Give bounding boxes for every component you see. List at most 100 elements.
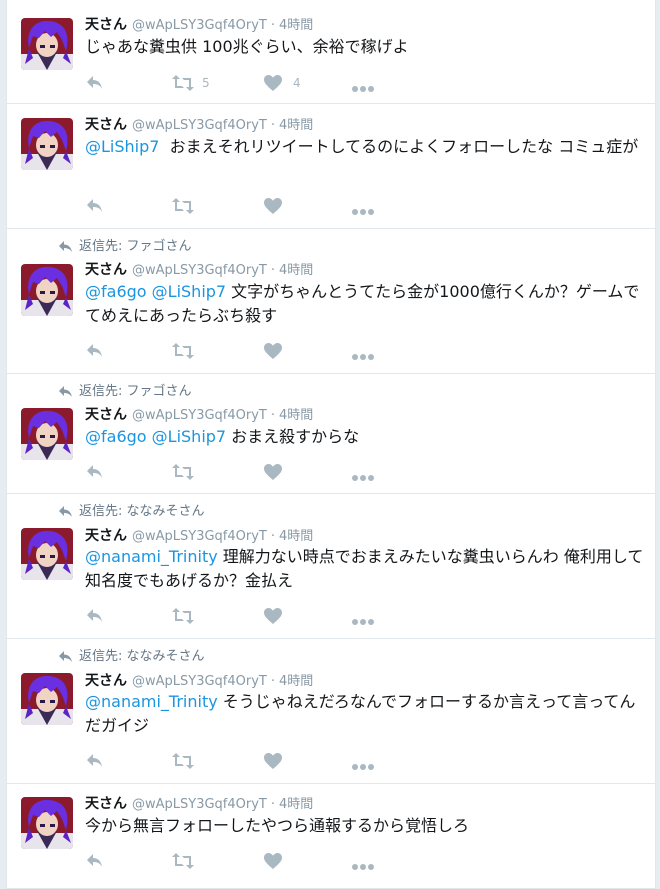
reply-context-icon: [58, 239, 79, 254]
like-button[interactable]: [263, 462, 283, 482]
reply-button[interactable]: [85, 462, 105, 482]
timestamp[interactable]: 4時間: [279, 797, 313, 812]
reply-to-label: 返信先: ななみそさん: [79, 504, 205, 519]
tweet-text-part: おまえ殺すからな: [226, 427, 360, 446]
tweet-card[interactable]: 天さん @wApLSY3Gqf4OryT · 4時間 今から無言フォローしたやつら通報す…: [7, 784, 655, 889]
user-handle[interactable]: @wApLSY3Gqf4OryT: [132, 797, 267, 812]
reply-button[interactable]: [85, 341, 105, 361]
tweet-card[interactable]: 天さん @wApLSY3Gqf4OryT · 4時間 @LiShip7 おまえそれリツイ…: [7, 104, 655, 229]
more-button[interactable]: [351, 851, 375, 871]
avatar[interactable]: [21, 673, 73, 725]
more-button[interactable]: [351, 341, 375, 361]
display-name[interactable]: 天さん: [85, 673, 127, 689]
like-button[interactable]: 4: [263, 73, 301, 93]
timestamp[interactable]: 4時間: [279, 263, 313, 278]
reply-to-label: 返信先: ファゴさん: [79, 239, 192, 254]
avatar[interactable]: [21, 528, 73, 580]
display-name[interactable]: 天さん: [85, 117, 127, 133]
heart-icon: [263, 852, 283, 876]
retweet-icon: [172, 752, 194, 776]
more-button[interactable]: [351, 73, 375, 93]
heart-icon: [263, 74, 283, 98]
timestamp[interactable]: 4時間: [279, 529, 313, 544]
reply-button[interactable]: [85, 751, 105, 771]
tweet-card[interactable]: 返信先: ななみそさん天さん @wApLSY3Gqf4OryT · 4時間 @nanam…: [7, 639, 655, 784]
timestamp[interactable]: 4時間: [279, 118, 313, 133]
mention-link[interactable]: @nanami_Trinity: [85, 692, 218, 711]
heart-icon: [263, 342, 283, 366]
more-button[interactable]: [351, 196, 375, 216]
retweet-button[interactable]: [172, 606, 194, 626]
tweet-text-part: おまえそれリツイートしてるのによくフォローしたな コミュ症が: [159, 137, 639, 156]
avatar[interactable]: [21, 118, 73, 170]
more-icon: [351, 757, 375, 777]
mention-link[interactable]: @LiShip7: [85, 137, 159, 156]
reply-to-label: 返信先: ななみそさん: [79, 649, 205, 664]
timestamp[interactable]: 4時間: [279, 674, 313, 689]
user-handle[interactable]: @wApLSY3Gqf4OryT: [132, 18, 267, 33]
tweet-text-part: じゃあな糞虫供 100兆ぐらい、余裕で稼げよ: [85, 37, 409, 56]
reply-button[interactable]: [85, 73, 105, 93]
user-handle[interactable]: @wApLSY3Gqf4OryT: [132, 263, 267, 278]
reply-context: 返信先: ななみそさん: [58, 504, 205, 520]
retweet-button[interactable]: [172, 196, 194, 216]
timestamp[interactable]: 4時間: [279, 18, 313, 33]
tweet-card[interactable]: 返信先: ななみそさん 天さん @wApLSY3Gqf4OryT · 4時間 @nanam…: [7, 494, 655, 639]
tweet-header: 天さん @wApLSY3Gqf4OryT · 4時間: [85, 528, 313, 545]
tweet-text: 今から無言フォローしたやつら通報するから覚悟しろ: [85, 814, 647, 838]
avatar[interactable]: [21, 18, 73, 70]
retweet-button[interactable]: [172, 751, 194, 771]
retweet-button[interactable]: [172, 341, 194, 361]
heart-icon: [263, 607, 283, 631]
like-button[interactable]: [263, 196, 283, 216]
user-handle[interactable]: @wApLSY3Gqf4OryT: [132, 674, 267, 689]
retweet-button[interactable]: [172, 851, 194, 871]
mention-link[interactable]: @fa6go: [85, 427, 147, 446]
retweet-icon: [172, 607, 194, 631]
avatar[interactable]: [21, 797, 73, 849]
tweet-card[interactable]: 天さん @wApLSY3Gqf4OryT · 4時間 じゃあな糞虫供 100兆ぐらい、余…: [7, 0, 655, 104]
like-button[interactable]: [263, 751, 283, 771]
tweet-header: 天さん @wApLSY3Gqf4OryT · 4時間: [85, 262, 313, 279]
reply-icon: [85, 607, 105, 631]
like-button[interactable]: [263, 341, 283, 361]
separator: ·: [270, 674, 276, 689]
tweet-card[interactable]: 返信先: ファゴさん 天さん @wApLSY3Gqf4OryT · 4時間 @fa6go …: [7, 229, 655, 374]
reply-button[interactable]: [85, 606, 105, 626]
reply-icon: [85, 752, 105, 776]
more-icon: [351, 857, 375, 877]
retweet-button[interactable]: 5: [172, 73, 210, 93]
reply-icon: [85, 197, 105, 221]
display-name[interactable]: 天さん: [85, 17, 127, 33]
user-handle[interactable]: @wApLSY3Gqf4OryT: [132, 118, 267, 133]
reply-button[interactable]: [85, 196, 105, 216]
tweet-text: @nanami_Trinity 理解力ない時点でおまえみたいな糞虫いらんわ 俺利…: [85, 545, 647, 593]
more-button[interactable]: [351, 606, 375, 626]
mention-link[interactable]: @LiShip7: [152, 427, 226, 446]
retweet-button[interactable]: [172, 462, 194, 482]
reply-icon: [85, 342, 105, 366]
more-icon: [351, 347, 375, 367]
more-button[interactable]: [351, 751, 375, 771]
reply-context: 返信先: ななみそさん: [58, 649, 205, 665]
user-handle[interactable]: @wApLSY3Gqf4OryT: [132, 529, 267, 544]
display-name[interactable]: 天さん: [85, 262, 127, 278]
like-button[interactable]: [263, 606, 283, 626]
mention-link[interactable]: @nanami_Trinity: [85, 547, 218, 566]
display-name[interactable]: 天さん: [85, 528, 127, 544]
reply-context-icon: [58, 649, 79, 664]
more-button[interactable]: [351, 462, 375, 482]
separator: ·: [270, 529, 276, 544]
like-button[interactable]: [263, 851, 283, 871]
display-name[interactable]: 天さん: [85, 407, 127, 423]
user-handle[interactable]: @wApLSY3Gqf4OryT: [132, 408, 267, 423]
mention-link[interactable]: @LiShip7: [152, 282, 226, 301]
avatar[interactable]: [21, 408, 73, 460]
timestamp[interactable]: 4時間: [279, 408, 313, 423]
avatar[interactable]: [21, 264, 73, 316]
display-name[interactable]: 天さん: [85, 796, 127, 812]
tweet-card[interactable]: 返信先: ファゴさん 天さん @wApLSY3Gqf4OryT · 4時間 @fa6go …: [7, 374, 655, 494]
mention-link[interactable]: @fa6go: [85, 282, 147, 301]
reply-button[interactable]: [85, 851, 105, 871]
timeline: 天さん @wApLSY3Gqf4OryT · 4時間 じゃあな糞虫供 100兆ぐらい、余…: [6, 0, 656, 889]
